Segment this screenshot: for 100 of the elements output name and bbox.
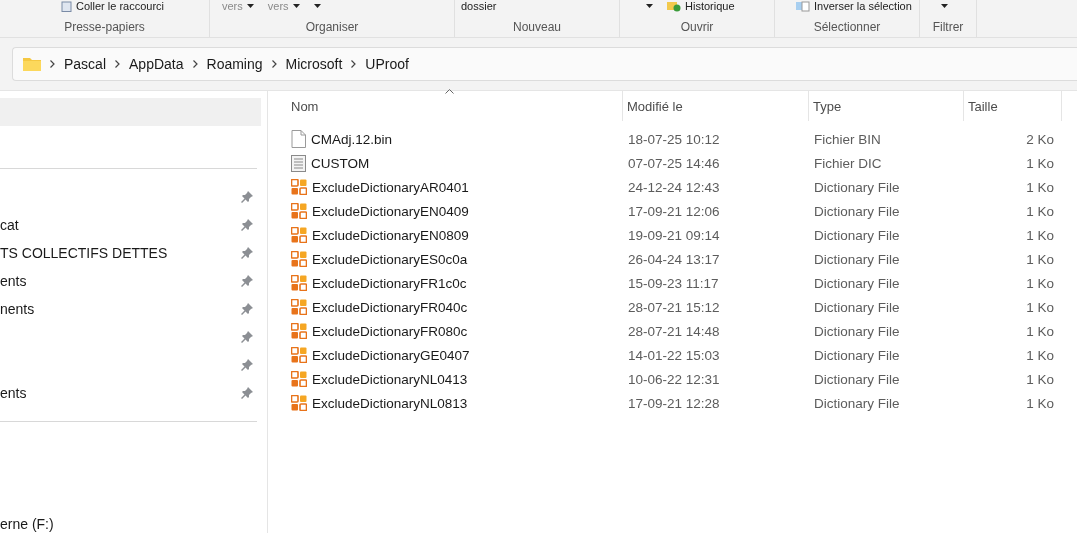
breadcrumb[interactable]: UProof	[365, 56, 409, 72]
modified-date: 17-09-21 12:06	[627, 203, 721, 219]
dictionary-file-icon	[291, 203, 307, 219]
modified-date: 17-09-21 12:28	[627, 395, 721, 411]
file-type: Dictionary File	[813, 227, 901, 243]
column-header[interactable]: Taille	[964, 91, 1062, 121]
file-size: 1 Ko	[1025, 395, 1055, 411]
column-header[interactable]: Modifié le	[623, 91, 809, 121]
file-type: Dictionary File	[813, 371, 901, 387]
file-name[interactable]: ExcludeDictionaryES0c0a	[287, 251, 623, 267]
file-name[interactable]: ExcludeDictionaryFR1c0c	[287, 275, 623, 291]
clipboard-icon	[61, 0, 72, 12]
file-size: 1 Ko	[1025, 227, 1055, 243]
pin-icon[interactable]	[241, 331, 253, 343]
sidebar-item[interactable]: erne (F:)	[0, 510, 257, 533]
sidebar-item[interactable]: ents	[0, 267, 257, 295]
file-type: Dictionary File	[813, 323, 901, 339]
column-header[interactable]: Nom	[287, 91, 623, 121]
chevron-icon	[50, 60, 55, 68]
file-icon	[291, 130, 306, 148]
file-size: 1 Ko	[1025, 203, 1055, 219]
breadcrumb[interactable]: Microsoft	[285, 56, 343, 72]
file-name[interactable]: ExcludeDictionaryEN0409	[287, 203, 623, 219]
file-name[interactable]: ExcludeDictionaryNL0813	[287, 395, 623, 411]
dropdown-caret[interactable]	[646, 4, 653, 8]
ribbon-command[interactable]: dossier	[461, 0, 497, 12]
sidebar-item[interactable]: cat	[0, 211, 257, 239]
dictionary-file-icon	[291, 371, 307, 387]
dictionary-file-icon	[291, 179, 307, 195]
chevron-icon	[115, 60, 121, 68]
sidebar-label: erne (F:)	[0, 516, 54, 532]
pin-icon[interactable]	[241, 387, 253, 399]
chevron-icon	[192, 60, 198, 68]
sidebar-label: ents	[0, 385, 27, 401]
ribbon-command[interactable]: Historique	[667, 0, 735, 12]
modified-date: 10-06-22 12:31	[627, 371, 721, 387]
pin-icon[interactable]	[241, 247, 253, 259]
modified-date: 15-09-23 11:17	[627, 275, 720, 291]
dictionary-file-icon	[291, 347, 307, 363]
sidebar-item[interactable]: ents	[0, 379, 257, 407]
sidebar-label: nents	[0, 301, 35, 317]
pin-icon[interactable]	[241, 219, 253, 231]
ribbon-command[interactable]: Inverser la sélection	[796, 0, 912, 12]
file-type: Fichier BIN	[813, 131, 882, 147]
file-size: 1 Ko	[1025, 371, 1055, 387]
folder-globe-icon	[667, 0, 681, 12]
breadcrumb[interactable]: AppData	[129, 56, 184, 72]
modified-date: 28-07-21 15:12	[627, 299, 721, 315]
sidebar-item[interactable]: TS COLLECTIFS DETTES	[0, 239, 257, 267]
file-size: 1 Ko	[1025, 299, 1055, 315]
file-name[interactable]: ExcludeDictionaryEN0809	[287, 227, 623, 243]
ribbon-group-label: Ouvrir	[680, 20, 714, 34]
modified-date: 18-07-25 10:12	[627, 131, 721, 147]
file-name[interactable]: CMAdj.12.bin	[287, 130, 623, 148]
dictionary-file-icon	[291, 395, 307, 411]
pin-icon[interactable]	[241, 191, 253, 203]
file-name[interactable]: ExcludeDictionaryFR080c	[287, 323, 623, 339]
file-type: Dictionary File	[813, 395, 901, 411]
file-size: 1 Ko	[1025, 323, 1055, 339]
file-name[interactable]: ExcludeDictionaryFR040c	[287, 299, 623, 315]
dictionary-file-icon	[291, 299, 307, 315]
file-type: Dictionary File	[813, 347, 901, 363]
file-size: 1 Ko	[1025, 179, 1055, 195]
ribbon-group-label: Nouveau	[512, 20, 561, 34]
pin-icon[interactable]	[241, 359, 253, 371]
file-size: 2 Ko	[1025, 131, 1055, 147]
sidebar-item[interactable]: nents	[0, 295, 257, 323]
ribbon-group-label: Presse-papiers	[64, 20, 145, 34]
sidebar-label: ents	[0, 273, 27, 289]
file-size: 1 Ko	[1025, 347, 1055, 363]
modified-date: 07-07-25 14:46	[627, 155, 721, 171]
dictionary-file-icon	[291, 227, 307, 243]
file-type: Dictionary File	[813, 251, 901, 267]
file-size: 1 Ko	[1025, 251, 1055, 267]
file-name[interactable]: ExcludeDictionaryGE0407	[287, 347, 623, 363]
file-size: 1 Ko	[1025, 155, 1055, 171]
file-type: Dictionary File	[813, 275, 901, 291]
address-bar[interactable]: Pascal AppData Roaming Microsoft UProof	[12, 47, 1077, 81]
breadcrumb[interactable]: Roaming	[206, 56, 263, 72]
file-size: 1 Ko	[1025, 275, 1055, 291]
dictionary-file-icon	[291, 323, 307, 339]
ribbon-group-label: Sélectionner	[813, 20, 881, 34]
file-type: Dictionary File	[813, 179, 901, 195]
folder-icon	[23, 57, 41, 71]
pin-icon[interactable]	[241, 303, 253, 315]
dropdown-caret[interactable]	[313, 4, 321, 8]
file-name[interactable]: ExcludeDictionaryAR0401	[287, 179, 623, 195]
column-header[interactable]: Type	[809, 91, 964, 121]
file-type: Fichier DIC	[813, 155, 883, 171]
ribbon-command[interactable]: Coller le raccourci	[61, 0, 165, 12]
ribbon-group-label: Organiser	[305, 20, 359, 34]
breadcrumb[interactable]: Pascal	[64, 56, 107, 72]
sidebar-label: TS COLLECTIFS DETTES	[0, 245, 168, 261]
modified-date: 28-07-21 14:48	[627, 323, 721, 339]
dictionary-file-icon	[291, 251, 307, 267]
dropdown-caret[interactable]	[941, 4, 948, 8]
file-name[interactable]: CUSTOM	[287, 154, 623, 172]
pin-icon[interactable]	[241, 275, 253, 287]
file-name[interactable]: ExcludeDictionaryNL0413	[287, 371, 623, 387]
chevron-icon	[271, 60, 277, 68]
